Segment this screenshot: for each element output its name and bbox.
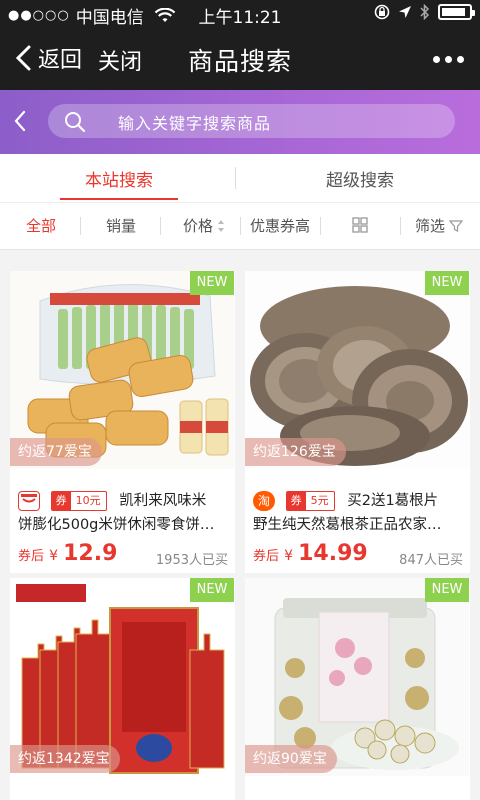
- tab-divider: [235, 167, 236, 189]
- search-icon: [65, 112, 86, 133]
- filter-price[interactable]: 价格: [183, 215, 225, 236]
- product-price: 14.99: [298, 541, 368, 566]
- product-image: NEW 约返77爱宝: [10, 271, 234, 469]
- price-row: 券后 ¥ 14.99 847人已买: [253, 541, 463, 568]
- filter-price-label: 价格: [183, 217, 214, 235]
- more-dot-icon: [457, 56, 464, 63]
- location-icon: [399, 6, 411, 18]
- product-image: NEW 约返90爱宝: [245, 578, 469, 776]
- taobao-icon: 淘: [253, 491, 275, 511]
- filter-sales[interactable]: 销量: [106, 215, 136, 236]
- filter-all[interactable]: 全部: [26, 215, 56, 236]
- grid-view-toggle[interactable]: [352, 217, 368, 233]
- filter-divider: [160, 217, 161, 235]
- coupon-tag: 券 5元: [285, 491, 335, 511]
- product-title-line2: 饼膨化500g米饼休闲零食饼…: [18, 517, 215, 533]
- rebate-tag: 约返1342爱宝: [10, 745, 120, 773]
- rotation-lock-icon: [374, 4, 390, 20]
- rebate-tag: 约返90爱宝: [245, 745, 337, 773]
- product-card[interactable]: NEW 约返90爱宝: [245, 578, 470, 800]
- new-badge: NEW: [190, 271, 234, 295]
- product-image: NEW 约返126爱宝: [245, 271, 469, 469]
- rebate-tag: 约返126爱宝: [245, 438, 346, 466]
- filter-divider: [320, 217, 321, 235]
- sold-count: 1953人已买: [155, 553, 228, 568]
- search-bar: 输入关键字搜索商品: [0, 90, 480, 154]
- search-back-button[interactable]: [12, 108, 28, 134]
- search-tabs: 本站搜索 超级搜索: [0, 154, 480, 203]
- filter-coupon-high[interactable]: 优惠券高: [250, 215, 310, 236]
- product-title-line2: 野生纯天然葛根茶正品农家…: [253, 517, 442, 533]
- filter-divider: [400, 217, 401, 235]
- currency-symbol: ¥: [284, 548, 294, 564]
- coupon-tag: 券 10元: [50, 491, 107, 511]
- tab-site-search[interactable]: 本站搜索: [0, 166, 238, 191]
- new-badge: NEW: [425, 578, 469, 602]
- rebate-tag: 约返77爱宝: [10, 438, 102, 466]
- status-bar: ●●○○○ 中国电信 上午11:21: [0, 0, 480, 28]
- active-tab-indicator: [60, 198, 178, 200]
- search-input[interactable]: 输入关键字搜索商品: [48, 104, 455, 138]
- filter-divider: [240, 217, 241, 235]
- new-badge: NEW: [190, 578, 234, 602]
- price-row: 券后 ¥ 12.9 1953人已买: [18, 541, 228, 568]
- product-title-line1: 买2送1葛根片: [347, 493, 439, 509]
- more-dot-icon: [445, 56, 452, 63]
- product-title: 券 10元 凯利来风味米: [18, 489, 228, 513]
- tab-super-search[interactable]: 超级搜索: [240, 166, 480, 191]
- after-coupon-label: 券后: [18, 549, 45, 564]
- filter-divider: [80, 217, 81, 235]
- navigation-bar: 返回 关闭 商品搜索: [0, 28, 480, 90]
- new-badge: NEW: [425, 271, 469, 295]
- search-placeholder: 输入关键字搜索商品: [118, 114, 272, 133]
- currency-symbol: ¥: [49, 548, 59, 564]
- bluetooth-icon: [420, 4, 430, 20]
- product-title-line1: 凯利来风味米: [119, 493, 207, 509]
- tmall-icon: [18, 491, 40, 511]
- product-card[interactable]: NEW 约返77爱宝 券 10元 凯利来风味米 饼膨化500g米饼休闲零食饼… 券…: [10, 271, 235, 573]
- product-image: NEW 约返1342爱宝: [10, 578, 234, 776]
- product-price: 12.9: [63, 541, 118, 566]
- filter-button[interactable]: 筛选: [415, 215, 464, 236]
- product-card[interactable]: NEW 约返1342爱宝: [10, 578, 235, 800]
- battery-icon: [438, 4, 475, 20]
- filter-label: 筛选: [415, 217, 446, 235]
- more-dot-icon: [433, 56, 440, 63]
- page-title: 商品搜索: [187, 47, 292, 76]
- product-title: 淘 券 5元 买2送1葛根片: [253, 489, 463, 513]
- sort-arrows-icon: [218, 219, 225, 232]
- sold-count: 847人已买: [399, 553, 463, 568]
- filter-bar: 全部 销量 价格 优惠券高 筛选: [0, 203, 480, 250]
- funnel-icon: [449, 219, 464, 232]
- more-menu-button[interactable]: [433, 56, 464, 63]
- product-card[interactable]: NEW 约返126爱宝 淘 券 5元 买2送1葛根片 野生纯天然葛根茶正品农家… …: [245, 271, 470, 573]
- grid-icon: [352, 217, 368, 233]
- after-coupon-label: 券后: [253, 549, 280, 564]
